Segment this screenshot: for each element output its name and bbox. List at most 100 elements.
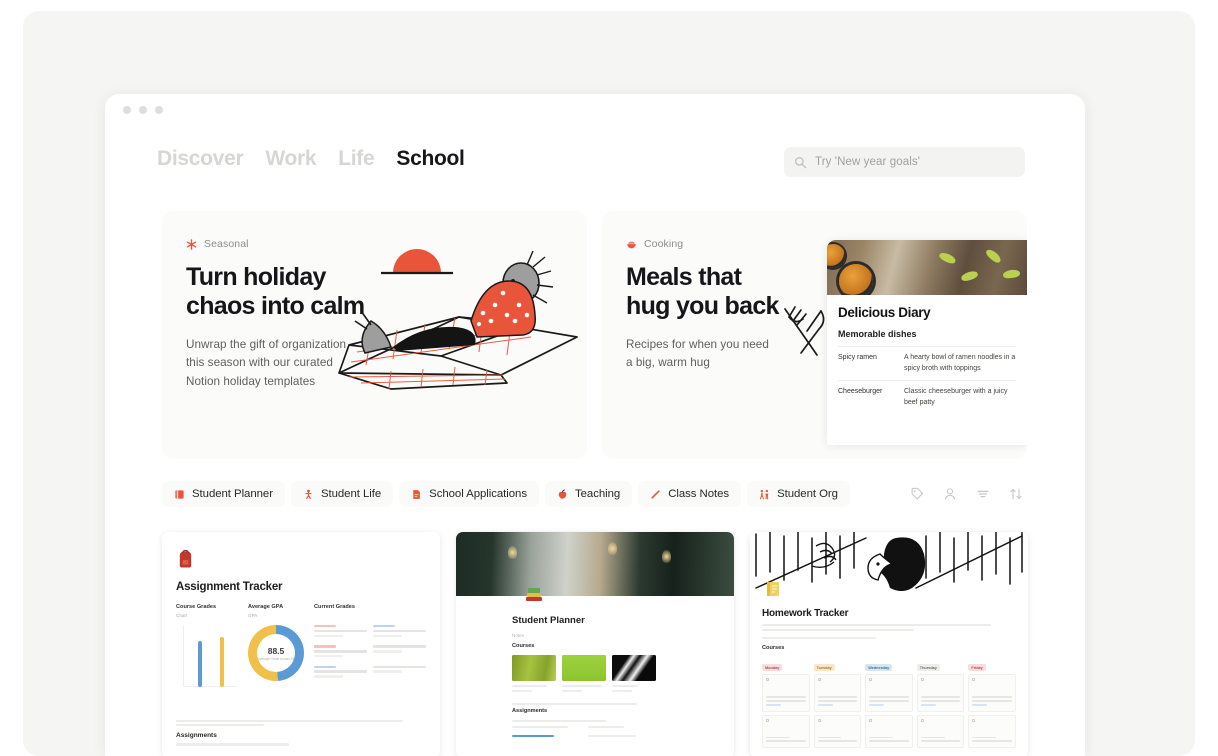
tab-life[interactable]: Life [338,147,374,171]
kanban-card[interactable] [865,674,913,712]
gpa-donut-chart: 88.5 Average Grade Across All [248,625,304,681]
hero-title-line-2: chaos into calm [186,292,365,321]
kanban-column-friday: Friday [968,656,1016,751]
cover-herb-3 [984,247,1003,265]
nav-tabs: Discover Work Life School [157,147,465,171]
assignment-group-line [512,719,606,722]
chip-label: Teaching [575,488,621,500]
course-captions [512,685,720,694]
kanban-card[interactable] [762,674,810,712]
kanban-card[interactable] [916,674,965,712]
window-maximize-dot[interactable] [155,106,163,114]
filter-icon[interactable] [976,487,990,501]
hero-card-seasonal[interactable]: Seasonal Turn holiday chaos into calm Un… [162,211,587,459]
dish-name: Cheeseburger [838,387,883,395]
column-label: Friday [968,664,986,672]
course-thumb-2[interactable] [562,655,606,681]
person-walking-icon [305,489,312,499]
chip-school-applications[interactable]: School Applications [399,481,539,507]
template-card-assignment-tracker[interactable]: Assignment Tracker Course Grades Chart A… [162,532,440,756]
course-thumbnails [512,655,720,681]
fork-and-knife-illustration [784,306,825,356]
average-gpa-sub: GPA [248,613,258,618]
template-description [762,624,1016,631]
line-art-profile-illustration [755,532,1023,591]
list-toolbar [910,487,1027,501]
template-card-homework-tracker[interactable]: Homework Tracker Courses Monday Tuesday … [750,532,1028,756]
course-thumb-3[interactable] [612,655,656,681]
assignment-date-cell [588,725,648,731]
category-filter-row: Student Planner Student Life School Appl… [162,480,1027,508]
kanban-card[interactable] [916,714,965,748]
list-item [314,645,426,659]
cover-herb-1 [938,250,957,266]
chip-class-notes[interactable]: Class Notes [638,481,742,507]
kanban-card[interactable] [813,674,862,712]
course-grades-label: Course Grades [176,604,217,610]
tab-discover[interactable]: Discover [157,147,244,171]
view-toolbar-line [512,703,637,706]
course-thumb-1[interactable] [512,655,556,681]
student-planner-cover-photo [456,532,734,596]
app-window: Discover Work Life School Try 'New year … [105,94,1085,756]
bar-course-b [220,637,224,687]
chip-student-org[interactable]: Student Org [747,481,850,507]
homework-tracker-cover [750,532,1028,594]
chip-teaching[interactable]: Teaching [545,481,633,507]
course-caption-1 [512,685,556,694]
donut-value: 88.5 [267,645,285,656]
hero-body-seasonal: Unwrap the gift of organization this sea… [186,336,433,393]
assignment-row [512,725,720,731]
course-grades-sub: Chart [176,613,188,618]
assignment-row [512,734,720,740]
chip-student-planner[interactable]: Student Planner [162,481,285,507]
courses-heading: Courses [512,643,535,649]
planner-tag: Notes [512,633,525,638]
template-grid: Assignment Tracker Course Grades Chart A… [162,532,1042,756]
kanban-card[interactable] [813,714,862,748]
window-titlebar [105,94,1085,138]
chip-student-life[interactable]: Student Life [290,481,394,507]
assignment-tracker-body: Assignment Tracker Course Grades Chart A… [162,532,440,693]
course-grades-block: Course Grades Chart [176,604,238,693]
column-label: Thursday [916,664,940,672]
tab-school[interactable]: School [396,147,465,171]
kanban-column-wednesday: Wednesday [865,656,913,751]
traffic-light-dots [123,106,163,114]
notebook-emoji [767,582,779,596]
snowflake-icon [186,238,197,250]
window-close-dot[interactable] [123,106,131,114]
hero-card-cooking-content: Cooking Meals that hug you back Recipes … [626,238,873,373]
sort-icon[interactable] [1009,487,1023,501]
footer-text-line [176,743,290,746]
search-box[interactable]: Try 'New year goals' [784,147,1025,177]
hero-eyebrow-label: Seasonal [204,238,249,250]
student-planner-body: Student Planner Notes Courses [456,596,734,694]
tag-icon[interactable] [910,487,924,501]
person-icon[interactable] [943,487,957,501]
hero-card-cooking[interactable]: Cooking Meals that hug you back Recipes … [602,211,1027,459]
template-card-student-planner[interactable]: Student Planner Notes Courses Assignment… [456,532,734,756]
kanban-card[interactable] [968,674,1016,712]
dish-description: Classic cheeseburger with a juicy beef p… [904,387,1008,406]
people-icon [760,489,769,499]
backpack-emoji [179,549,192,568]
search-icon [794,156,807,168]
kanban-card[interactable] [762,714,810,748]
screenshot-root: Discover Work Life School Try 'New year … [0,0,1218,756]
kanban-card[interactable] [968,714,1016,748]
hero-eyebrow-cooking: Cooking [626,238,873,250]
window-minimize-dot[interactable] [139,106,147,114]
kanban-column-tuesday: Tuesday [813,656,862,751]
kanban-card[interactable] [865,714,913,748]
template-title: Assignment Tracker [176,581,283,593]
hero-body-line-1: Unwrap the gift of organization [186,337,347,351]
hero-card-row: Seasonal Turn holiday chaos into calm Un… [162,211,1027,459]
hero-body-line-2: a big, warm hug [626,356,710,370]
tab-work[interactable]: Work [265,147,316,171]
column-label: Tuesday [813,664,835,672]
kanban-column-monday: Monday [762,656,810,751]
tracker-columns: Course Grades Chart Average GPA GPA 88.5… [176,604,426,693]
average-gpa-block: Average GPA GPA 88.5 Average Grade Acros… [248,604,304,693]
planner-assignments-block: Assignments [456,694,734,739]
